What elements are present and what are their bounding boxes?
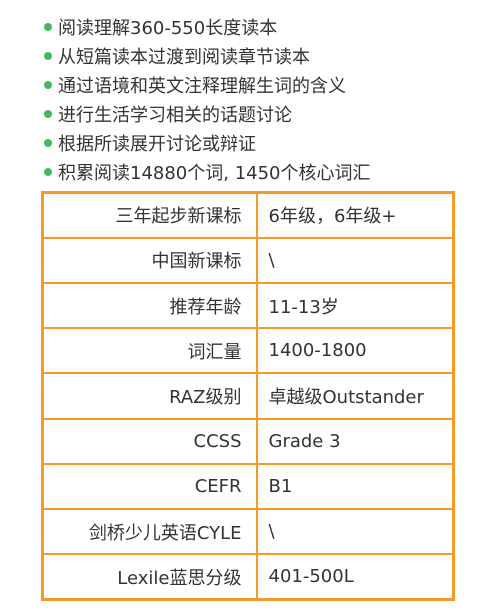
row-key: 推荐年龄	[41, 281, 258, 330]
table-row: CCSS Grade 3	[41, 417, 455, 465]
row-value: 11-13岁	[255, 281, 455, 330]
row-value: Grade 3	[255, 417, 455, 465]
bullet-item: 进行生活学习相关的话题讨论	[44, 99, 484, 128]
row-value: \	[255, 508, 455, 556]
bullet-text: 进行生活学习相关的话题讨论	[58, 104, 292, 126]
row-key: 词汇量	[41, 327, 258, 375]
bullet-text: 根据所读展开讨论或辩证	[58, 133, 256, 155]
bullet-item: 从短篇读本过渡到阅读章节读本	[44, 41, 484, 70]
table-row: 三年起步新课标 6年级，6年级+	[41, 191, 455, 239]
row-key: CCSS	[41, 417, 258, 465]
row-value: 6年级，6年级+	[255, 191, 455, 239]
bullet-text: 从短篇读本过渡到阅读章节读本	[58, 46, 310, 68]
bullet-item: 通过语境和英文注释理解生词的含义	[44, 70, 484, 99]
bullet-text: 通过语境和英文注释理解生词的含义	[58, 75, 346, 97]
table-row: 词汇量 1400-1800	[41, 327, 455, 375]
bullet-dot-icon	[44, 22, 52, 31]
row-key: 中国新课标	[41, 236, 258, 284]
level-info-table: 三年起步新课标 6年级，6年级+ 中国新课标 \ 推荐年龄 11-13岁 词汇量…	[41, 191, 455, 601]
bullet-item: 根据所读展开讨论或辩证	[44, 128, 484, 157]
table-row: RAZ级别 卓越级Outstander	[41, 372, 455, 420]
row-value: 401-500L	[255, 553, 455, 601]
bullet-dot-icon	[44, 167, 52, 176]
table-row: 剑桥少儿英语CYLE \	[41, 508, 455, 556]
row-key: Lexile蓝思分级	[41, 553, 258, 601]
bullet-text: 阅读理解360-550长度读本	[58, 17, 278, 39]
feature-bullet-list: 阅读理解360-550长度读本 从短篇读本过渡到阅读章节读本 通过语境和英文注释…	[44, 12, 484, 186]
bullet-dot-icon	[44, 138, 52, 147]
table-row: Lexile蓝思分级 401-500L	[41, 553, 455, 601]
row-value: 1400-1800	[255, 327, 455, 375]
bullet-item: 积累阅读14880个词, 1450个核心词汇	[44, 157, 484, 186]
bullet-dot-icon	[44, 109, 52, 118]
row-value: B1	[255, 462, 455, 511]
table-row: 中国新课标 \	[41, 236, 455, 284]
row-key: 三年起步新课标	[41, 191, 258, 239]
table-row: 推荐年龄 11-13岁	[41, 281, 455, 330]
bullet-dot-icon	[44, 80, 52, 89]
row-key: RAZ级别	[41, 372, 258, 420]
table-row: CEFR B1	[41, 462, 455, 511]
bullet-dot-icon	[44, 51, 52, 60]
row-value: 卓越级Outstander	[255, 372, 455, 420]
bullet-item: 阅读理解360-550长度读本	[44, 12, 484, 41]
row-key: CEFR	[41, 462, 258, 511]
bullet-text: 积累阅读14880个词, 1450个核心词汇	[58, 162, 371, 184]
row-value: \	[255, 236, 455, 284]
row-key: 剑桥少儿英语CYLE	[41, 508, 258, 556]
